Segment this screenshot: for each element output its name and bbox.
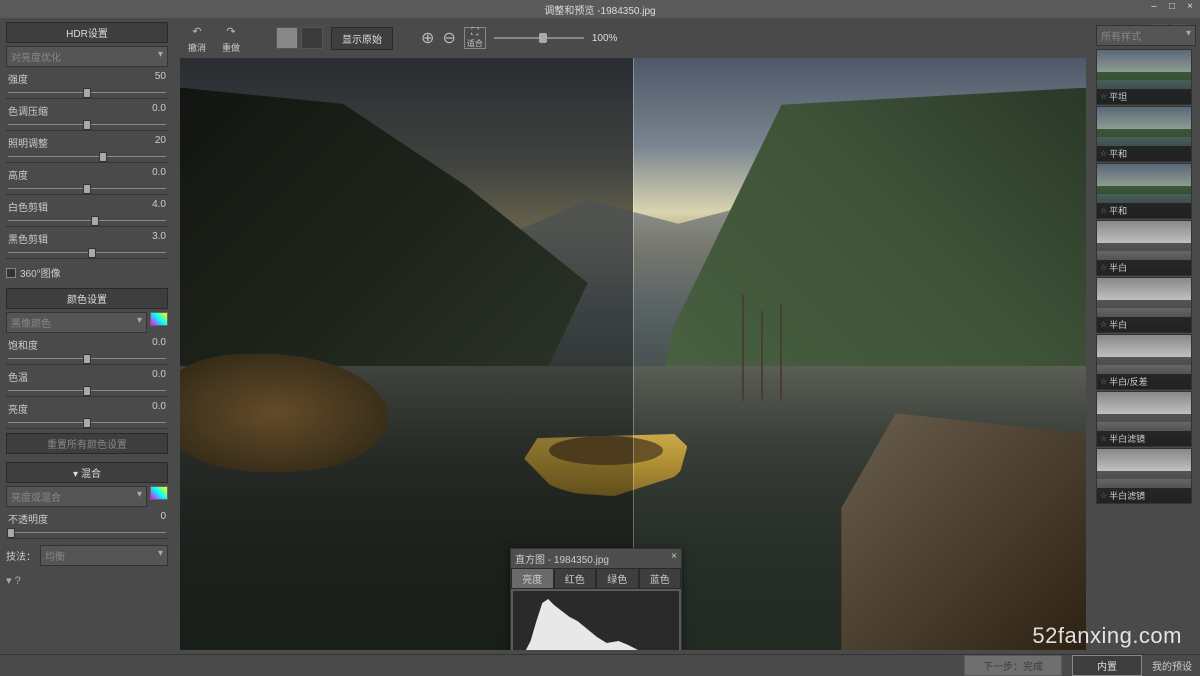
hdr-preset-dropdown[interactable]: 对亮度优化	[6, 46, 168, 67]
preset-thumb[interactable]: ☆半白滤镜	[1096, 391, 1192, 447]
watermark: 52fanxing.com	[1032, 623, 1182, 649]
zoom-percent: 100%	[592, 33, 618, 44]
star-icon[interactable]: ☆	[1100, 92, 1107, 101]
opacity-slider[interactable]	[6, 527, 168, 539]
histogram-tab-绿色[interactable]: 绿色	[596, 568, 639, 589]
color-section: 颜色设置 黑像颜色 饱和度0.0 色温0.0 亮度0.0 重置所有颜色设置	[6, 288, 168, 454]
histogram-tab-红色[interactable]: 红色	[554, 568, 597, 589]
hdr-slider-5: 黑色剪辑3.0	[6, 231, 168, 259]
redo-button[interactable]: ↷ 重做	[218, 20, 244, 56]
preview-canvas[interactable]: 直方图 - 1984350.jpg × 亮度红色绿色蓝色 水平：155 计数：3…	[180, 58, 1086, 650]
left-panel: HDR设置 对亮度优化 强度50 色调压缩0.0 照明调整20 高度0.0 白色剪辑4.…	[0, 18, 174, 654]
close-icon[interactable]: ×	[1184, 1, 1196, 12]
preset-thumb[interactable]: ☆平和	[1096, 106, 1192, 162]
zoom-out-icon[interactable]: ⊖	[442, 28, 455, 48]
slider[interactable]	[6, 215, 168, 227]
blend-section: ▾混合 亮度或混合 不透明度0 技法： 均衡	[6, 462, 168, 566]
preset-thumb[interactable]: ☆半白	[1096, 277, 1192, 333]
hdr-slider-4: 白色剪辑4.0	[6, 199, 168, 227]
my-presets-link[interactable]: 我的预设	[1152, 658, 1192, 673]
star-icon[interactable]: ☆	[1100, 206, 1107, 215]
star-icon[interactable]: ☆	[1100, 149, 1107, 158]
slider[interactable]	[6, 87, 168, 99]
histogram-chart	[513, 591, 679, 650]
slider[interactable]	[6, 247, 168, 259]
histogram-tab-亮度[interactable]: 亮度	[511, 568, 554, 589]
compare-right-icon[interactable]	[301, 27, 323, 49]
zoom-slider[interactable]	[494, 37, 584, 39]
reset-color-button[interactable]: 重置所有颜色设置	[6, 433, 168, 454]
color-slider-1: 色温0.0	[6, 369, 168, 397]
compare-left-icon[interactable]	[276, 27, 298, 49]
histogram-close-icon[interactable]: ×	[671, 551, 677, 566]
star-icon[interactable]: ☆	[1100, 434, 1107, 443]
method-dropdown[interactable]: 均衡	[40, 545, 168, 566]
slider[interactable]	[6, 353, 168, 365]
fit-button[interactable]: ⛶ 适合	[464, 27, 486, 49]
histogram-tab-蓝色[interactable]: 蓝色	[639, 568, 682, 589]
slider[interactable]	[6, 151, 168, 163]
color-slider-0: 饱和度0.0	[6, 337, 168, 365]
star-icon[interactable]: ☆	[1100, 377, 1107, 386]
preset-thumb[interactable]: ☆平和	[1096, 163, 1192, 219]
star-icon[interactable]: ☆	[1100, 320, 1107, 329]
color-picker-icon[interactable]	[150, 312, 168, 326]
checkbox-icon[interactable]	[6, 268, 16, 278]
zoom-in-icon[interactable]: ⊕	[421, 28, 434, 48]
window-title: 调整和预览 -1984350.jpg	[544, 2, 655, 17]
toolbar: ↶ 撤消 ↷ 重做 显示原始 ⊕ ⊖ ⛶ 适合 100%	[174, 18, 1092, 58]
presets-dropdown[interactable]: 所有样式	[1096, 25, 1196, 46]
undo-button[interactable]: ↶ 撤消	[184, 20, 210, 56]
preset-thumb[interactable]: ☆半白/反差	[1096, 334, 1192, 390]
hdr-header: HDR设置	[6, 22, 168, 43]
opacity-slider-row: 不透明度0	[6, 511, 168, 539]
hdr-slider-0: 强度50	[6, 71, 168, 99]
slider[interactable]	[6, 183, 168, 195]
color-dropdown[interactable]: 黑像颜色	[6, 312, 147, 333]
hdr-slider-3: 高度0.0	[6, 167, 168, 195]
slider[interactable]	[6, 119, 168, 131]
undo-icon: ↶	[188, 22, 206, 40]
titlebar: 调整和预览 -1984350.jpg – □ ×	[0, 0, 1200, 18]
preset-thumb[interactable]: ☆平坦	[1096, 49, 1192, 105]
blend-header[interactable]: ▾混合	[6, 462, 168, 483]
compare-toggle[interactable]	[276, 27, 323, 49]
checkbox-360[interactable]: 360°图像	[6, 265, 168, 280]
hdr-slider-2: 照明调整20	[6, 135, 168, 163]
next-button[interactable]: 下一步：完成	[964, 655, 1062, 676]
fit-icon: ⛶	[471, 27, 478, 38]
slider[interactable]	[6, 417, 168, 429]
minimize-icon[interactable]: –	[1148, 1, 1160, 12]
footer: 下一步：完成 内置 我的预设	[0, 654, 1200, 675]
help-button[interactable]: ▾ ?	[6, 574, 168, 587]
color-header: 颜色设置	[6, 288, 168, 309]
center-area: ↶ 撤消 ↷ 重做 显示原始 ⊕ ⊖ ⛶ 适合 100%	[174, 18, 1092, 654]
builtin-button[interactable]: 内置	[1072, 655, 1142, 676]
presets-panel: 所有样式 ☆平坦☆平和☆平和☆半白☆半白☆半白/反差☆半白滤镜☆半白滤镜	[1092, 18, 1200, 654]
slider[interactable]	[6, 385, 168, 397]
redo-icon: ↷	[222, 22, 240, 40]
blend-dropdown[interactable]: 亮度或混合	[6, 486, 147, 507]
star-icon[interactable]: ☆	[1100, 263, 1107, 272]
star-icon[interactable]: ☆	[1100, 491, 1107, 500]
hdr-section: HDR设置 对亮度优化 强度50 色调压缩0.0 照明调整20 高度0.0 白色剪辑4.…	[6, 22, 168, 280]
blend-picker-icon[interactable]	[150, 486, 168, 500]
histogram-dialog[interactable]: 直方图 - 1984350.jpg × 亮度红色绿色蓝色 水平：155 计数：3…	[510, 548, 682, 650]
preset-thumb[interactable]: ☆半白	[1096, 220, 1192, 276]
maximize-icon[interactable]: □	[1166, 1, 1178, 12]
histogram-title: 直方图 - 1984350.jpg	[515, 551, 609, 566]
preset-thumb[interactable]: ☆半白滤镜	[1096, 448, 1192, 504]
show-original-button[interactable]: 显示原始	[331, 27, 393, 50]
hdr-slider-1: 色调压缩0.0	[6, 103, 168, 131]
color-slider-2: 亮度0.0	[6, 401, 168, 429]
method-label: 技法：	[6, 548, 36, 563]
